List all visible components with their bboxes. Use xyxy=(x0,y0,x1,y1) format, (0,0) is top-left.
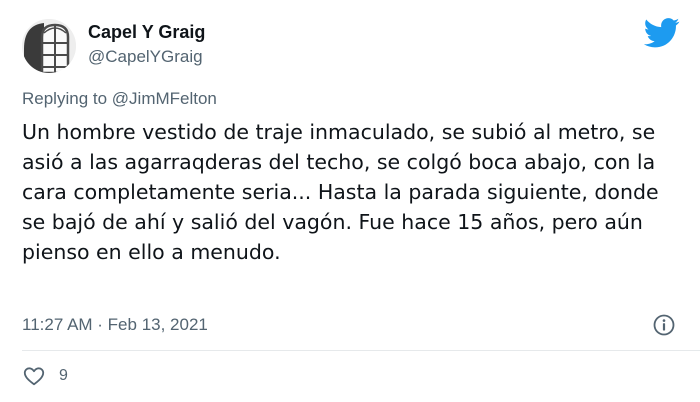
user-handle[interactable]: @CapelYGraig xyxy=(88,46,203,68)
info-icon[interactable] xyxy=(652,313,676,337)
twitter-bird-icon[interactable] xyxy=(643,18,680,48)
replying-to-label: Replying to xyxy=(22,89,112,108)
like-count: 9 xyxy=(59,367,68,384)
heart-icon[interactable] xyxy=(22,364,46,388)
avatar-window-image xyxy=(22,19,76,73)
replying-to-line: Replying to @JimMFelton xyxy=(22,88,217,110)
divider xyxy=(22,350,700,351)
avatar[interactable] xyxy=(22,19,76,73)
tweet-card: Capel Y Graig @CapelYGraig Replying to @… xyxy=(0,0,700,402)
reply-mention-link[interactable]: @JimMFelton xyxy=(112,89,217,108)
tweet-text: Un hombre vestido de traje inmaculado, s… xyxy=(22,120,659,264)
tweet-timestamp[interactable]: 11:27 AM · Feb 13, 2021 xyxy=(22,314,208,336)
user-display-name[interactable]: Capel Y Graig xyxy=(88,21,205,43)
